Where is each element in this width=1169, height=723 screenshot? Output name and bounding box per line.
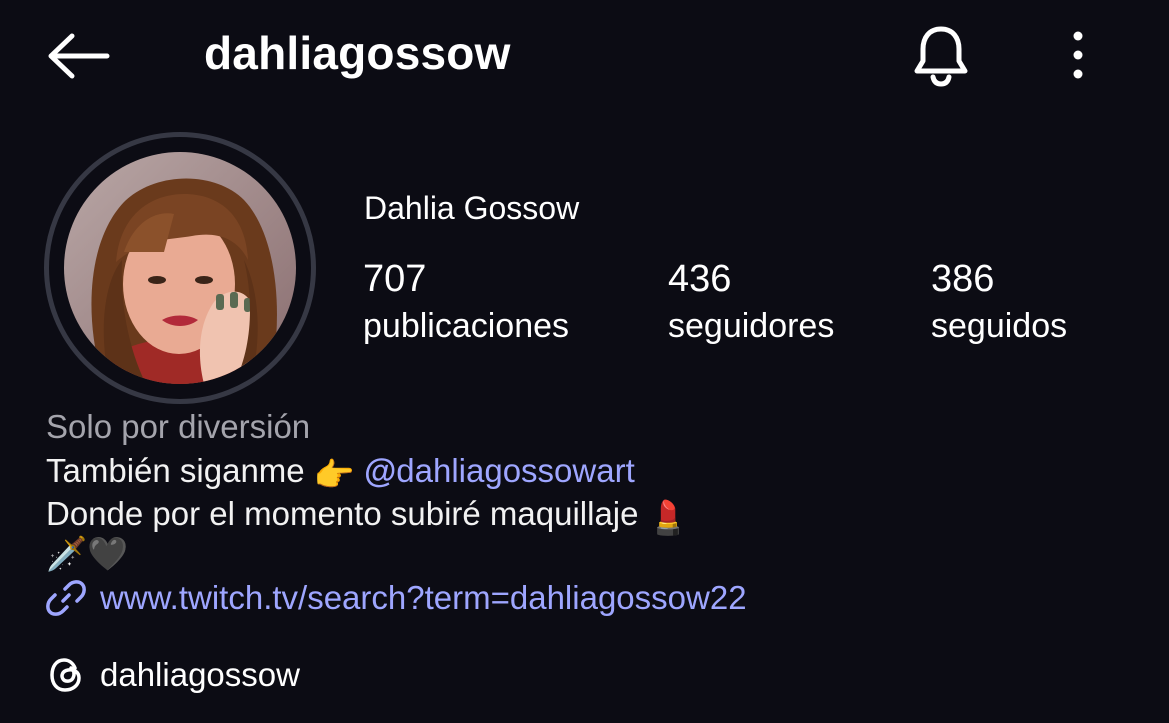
profile-avatar[interactable]: [44, 132, 316, 404]
followers-label: seguidores: [668, 307, 835, 345]
threads-icon: [50, 658, 81, 692]
posts-label: publicaciones: [363, 307, 570, 345]
more-options-button[interactable]: [1050, 22, 1106, 88]
avatar-image: [64, 152, 296, 384]
bio-line-1: También siganme 👉 @dahliagossowart: [46, 452, 635, 495]
mention-link[interactable]: @dahliagossowart: [364, 452, 635, 489]
lipstick-emoji: 💄: [647, 499, 689, 536]
followers-stat[interactable]: 436 seguidores: [668, 256, 834, 350]
profile-category: Solo por diversión: [46, 408, 311, 445]
followers-count: 436: [668, 258, 732, 300]
posts-stat[interactable]: 707 publicaciones: [363, 256, 569, 350]
bio-line-2: Donde por el momento subiré maquillaje 💄: [46, 495, 689, 538]
more-vertical-icon: [1073, 31, 1083, 79]
link-icon: [46, 580, 86, 616]
top-bar: dahliagossow: [0, 0, 1169, 110]
bell-icon: [914, 26, 968, 87]
black-heart-emoji: 🖤: [87, 535, 129, 572]
mention-handle: dahliagossowart: [396, 452, 635, 489]
bio-line-3: 🗡️🖤: [46, 531, 128, 574]
bio-line-1-text: También siganme: [46, 452, 305, 489]
threads-username: dahliagossow: [100, 656, 300, 693]
pointing-right-emoji: 👉: [313, 456, 355, 493]
threads-at-icon: @: [364, 452, 397, 489]
dagger-emoji: 🗡️: [46, 535, 88, 572]
external-link-url: www.twitch.tv/search?term=dahliagossow22: [100, 579, 747, 616]
notifications-button[interactable]: [906, 20, 976, 90]
back-button[interactable]: [40, 24, 116, 88]
arrow-left-icon: [48, 33, 110, 79]
bio-line-2-text: Donde por el momento subiré maquillaje: [46, 495, 639, 532]
posts-count: 707: [363, 258, 427, 300]
following-count: 386: [931, 258, 995, 300]
following-stat[interactable]: 386 seguidos: [931, 256, 1067, 350]
profile-username-title: dahliagossow: [204, 27, 511, 79]
external-link[interactable]: www.twitch.tv/search?term=dahliagossow22: [46, 578, 747, 618]
threads-badge[interactable]: dahliagossow: [46, 654, 300, 696]
profile-display-name: Dahlia Gossow: [364, 190, 580, 226]
following-label: seguidos: [931, 307, 1068, 345]
